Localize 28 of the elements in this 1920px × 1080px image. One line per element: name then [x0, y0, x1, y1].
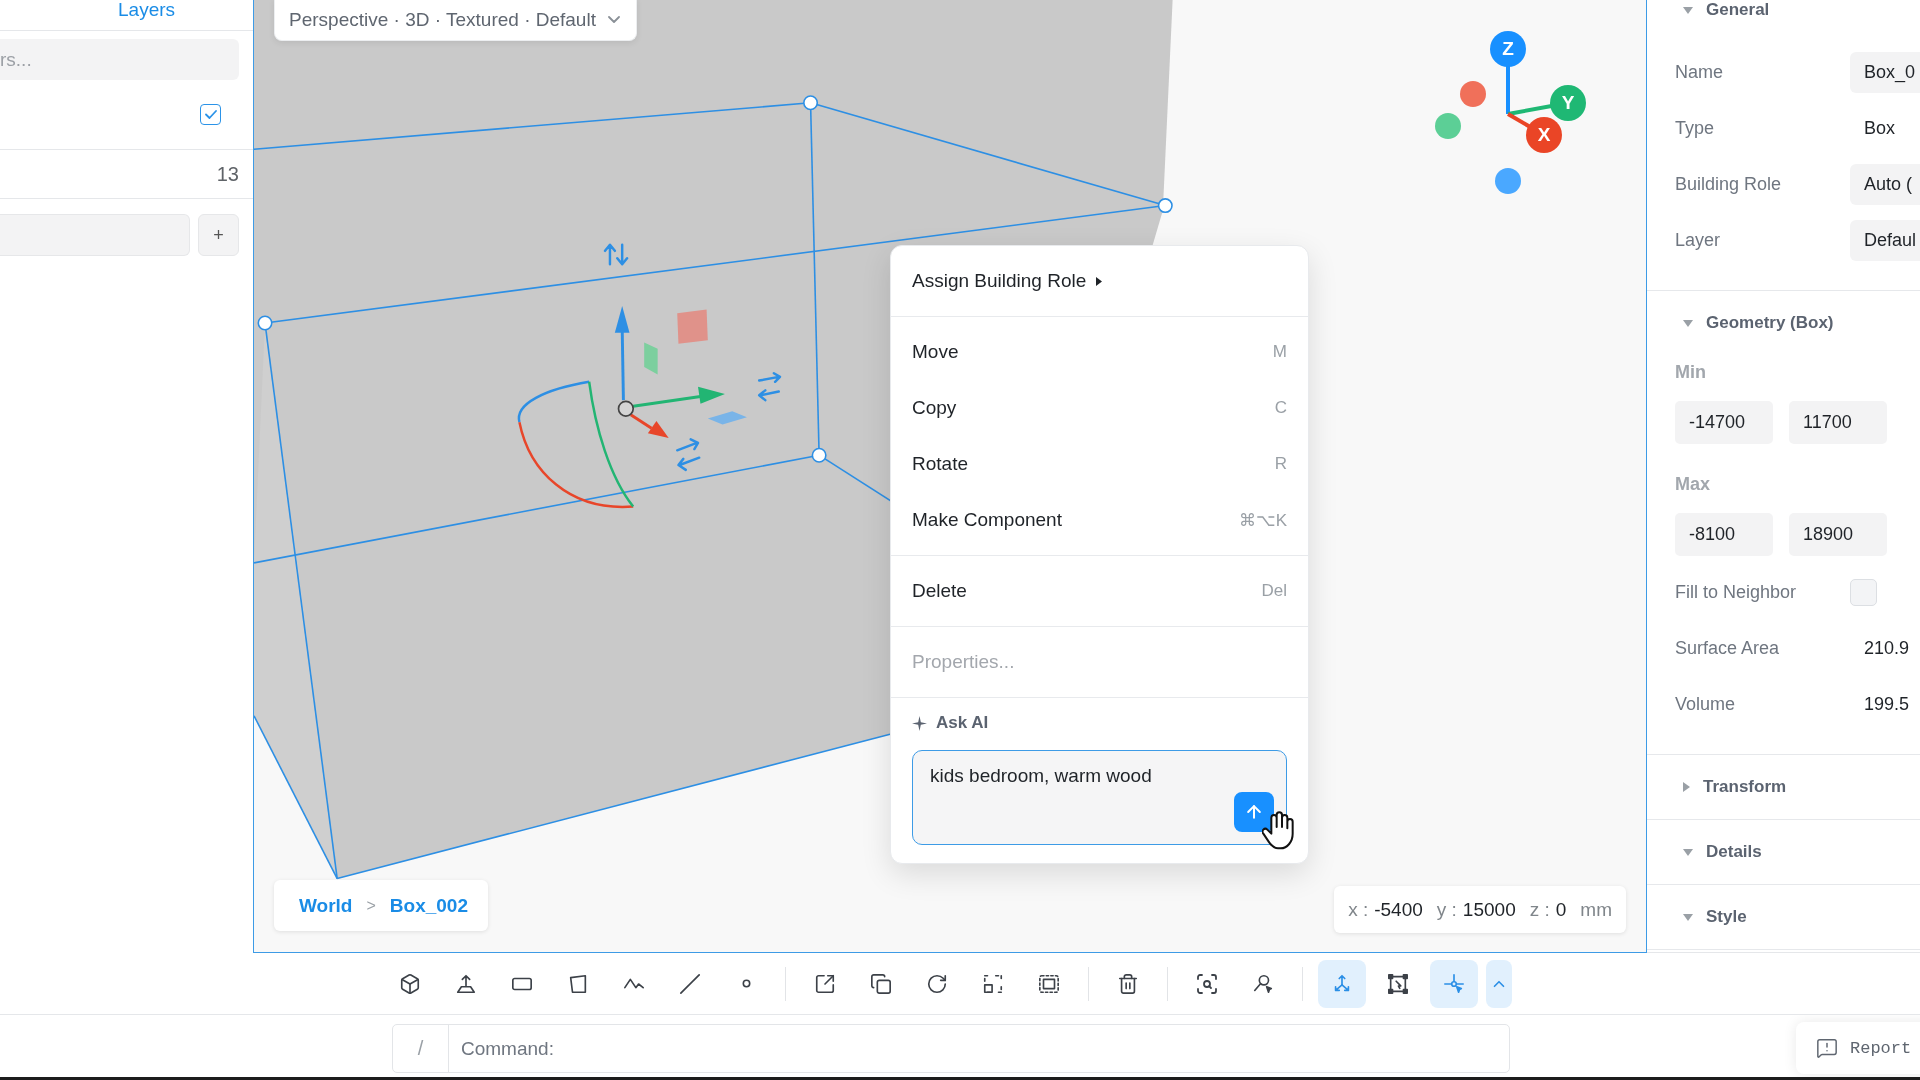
- property-label: Building Role: [1675, 173, 1783, 195]
- property-label: Fill to Neighbor: [1675, 581, 1798, 603]
- coordinate-label: y :: [1436, 898, 1457, 921]
- coordinate-value: 15000: [1462, 898, 1516, 921]
- slash-prefix: /: [393, 1025, 449, 1072]
- keyboard-shortcut: R: [1274, 454, 1287, 474]
- layer-count: 13: [216, 162, 239, 186]
- vector-label: Max: [1675, 474, 1710, 494]
- property-value: Box: [1863, 117, 1897, 139]
- keyboard-shortcut: Del: [1261, 581, 1287, 601]
- vector-label: Min: [1675, 362, 1706, 382]
- unit-label: mm: [1580, 898, 1612, 921]
- coordinate-value: 0: [1555, 898, 1567, 921]
- keyboard-shortcut: C: [1274, 398, 1287, 418]
- property-value: 199.5: [1863, 693, 1911, 715]
- property-label: Volume: [1675, 693, 1737, 715]
- property-label: Surface Area: [1675, 637, 1781, 659]
- coordinate-label: z :: [1529, 898, 1550, 921]
- keyboard-shortcut: ⌘⌥K: [1238, 509, 1287, 531]
- property-label: Name: [1675, 61, 1724, 83]
- property-label: Layer: [1675, 229, 1722, 251]
- coordinate-value: -5400: [1374, 898, 1423, 921]
- property-value: 210.9: [1863, 637, 1911, 659]
- keyboard-shortcut: M: [1272, 342, 1287, 362]
- ask-ai-label: Ask AI: [936, 713, 989, 733]
- breadcrumb-separator: >: [366, 896, 376, 915]
- property-label: Type: [1675, 117, 1716, 139]
- coordinate-label: x :: [1348, 898, 1369, 921]
